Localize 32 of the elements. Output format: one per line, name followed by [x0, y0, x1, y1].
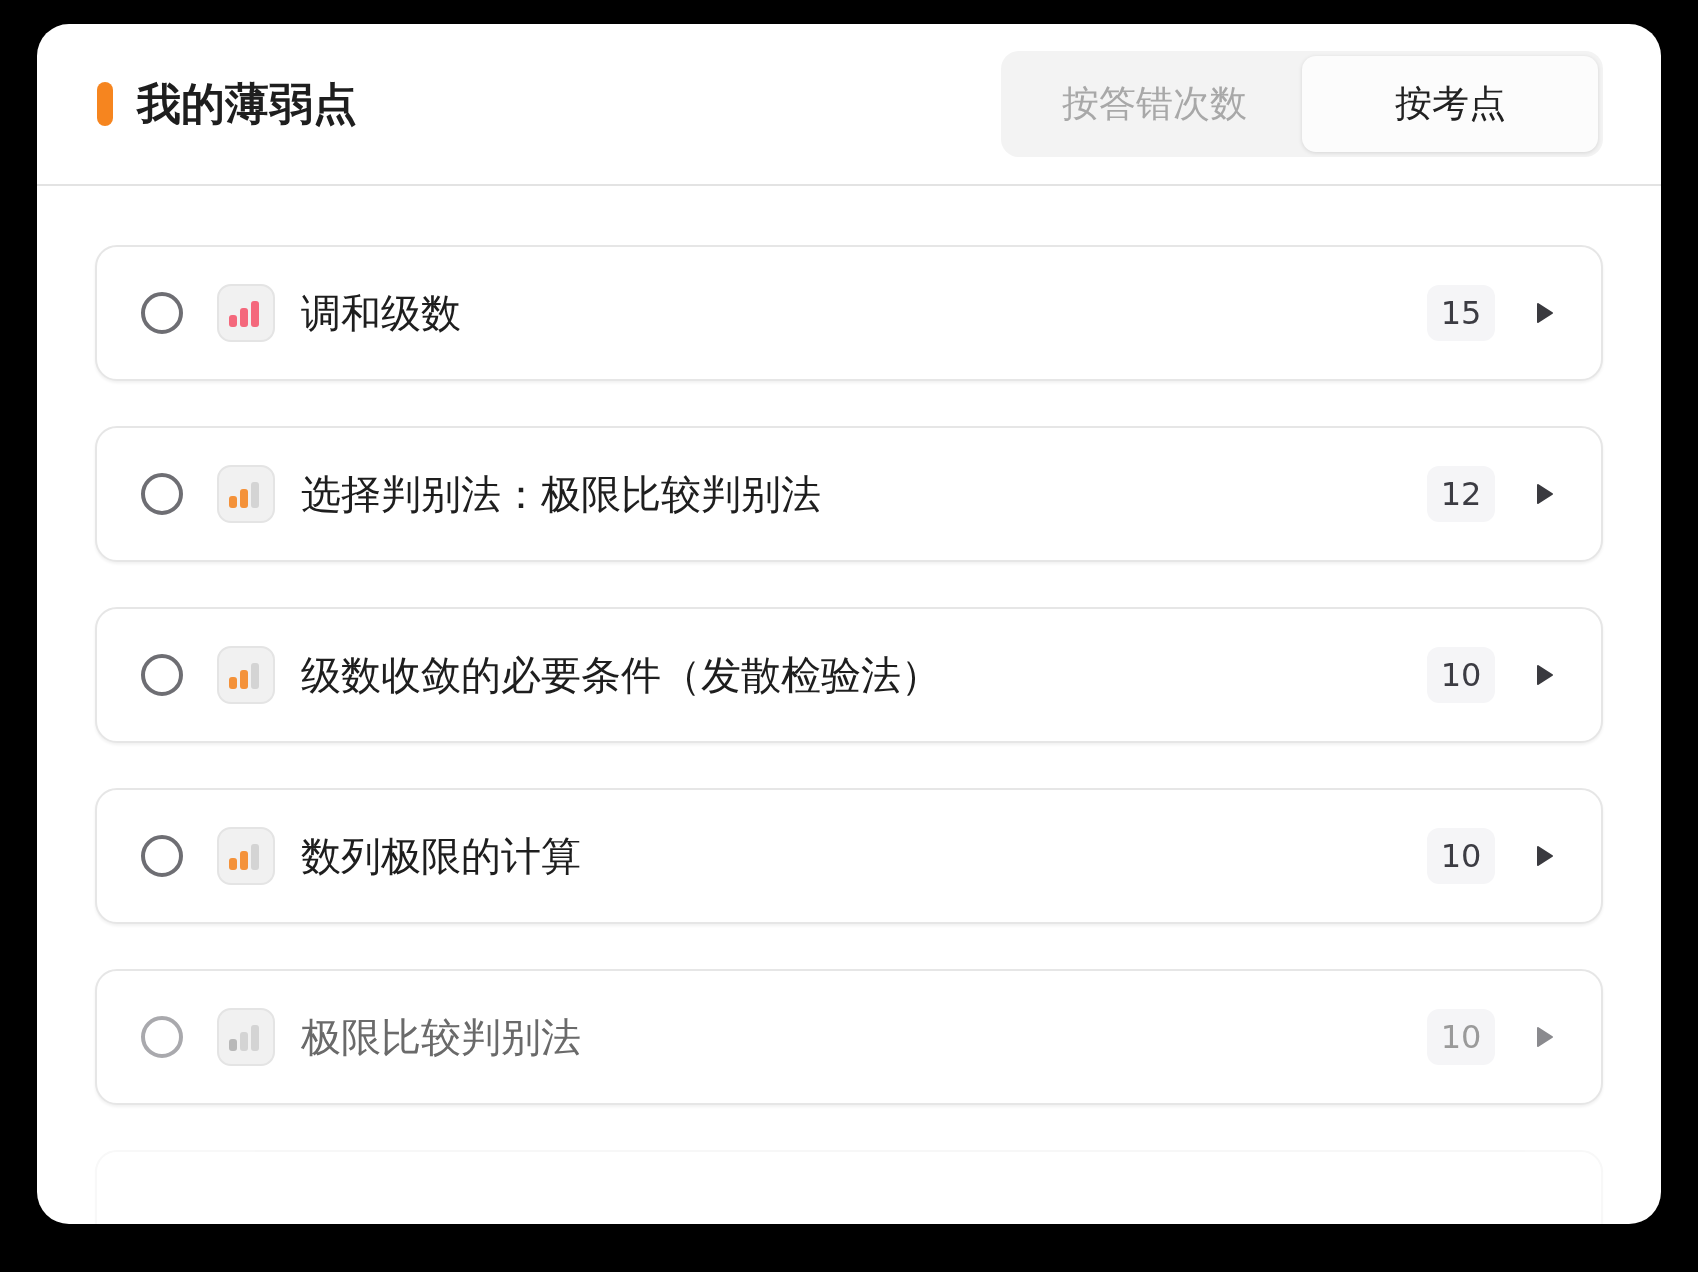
panel-title: 我的薄弱点 [137, 76, 358, 131]
topic-name: 极限比较判别法 [301, 1012, 582, 1062]
accent-bar [97, 82, 113, 126]
topic-name: 调和级数 [301, 288, 462, 338]
signal-bars-icon [217, 646, 275, 704]
weak-point-row[interactable]: 级数收敛的必要条件（发散检验法） 10 [95, 607, 1603, 743]
error-count: 10 [1427, 1009, 1495, 1065]
topic-name: 数列极限的计算 [301, 831, 582, 881]
weak-point-row[interactable]: 调和级数 15 [95, 245, 1603, 381]
play-arrow-icon[interactable] [1535, 482, 1555, 506]
signal-bars-icon [217, 827, 275, 885]
error-count: 12 [1427, 466, 1495, 522]
play-arrow-icon[interactable] [1535, 663, 1555, 687]
topic-name: 级数收敛的必要条件（发散检验法） [301, 650, 942, 700]
radio-button[interactable] [141, 1016, 183, 1058]
error-count: 10 [1427, 647, 1495, 703]
signal-bars-icon [217, 1008, 275, 1066]
weak-point-row[interactable]: 数列极限的计算 10 [95, 788, 1603, 924]
error-count: 15 [1427, 285, 1495, 341]
play-arrow-icon[interactable] [1535, 844, 1555, 868]
signal-bars-icon [217, 284, 275, 342]
signal-bars-icon [217, 465, 275, 523]
error-count: 10 [1427, 828, 1495, 884]
radio-button[interactable] [141, 473, 183, 515]
play-arrow-icon[interactable] [1535, 301, 1555, 325]
radio-button[interactable] [141, 654, 183, 696]
weak-point-row[interactable]: 选择判别法：极限比较判别法 12 [95, 426, 1603, 562]
radio-button[interactable] [141, 292, 183, 334]
radio-button[interactable] [141, 835, 183, 877]
sort-tab[interactable]: 按考点 [1302, 56, 1598, 152]
topic-name: 选择判别法：极限比较判别法 [301, 469, 822, 519]
weak-point-row[interactable]: 极限比较判别法 10 [95, 969, 1603, 1105]
